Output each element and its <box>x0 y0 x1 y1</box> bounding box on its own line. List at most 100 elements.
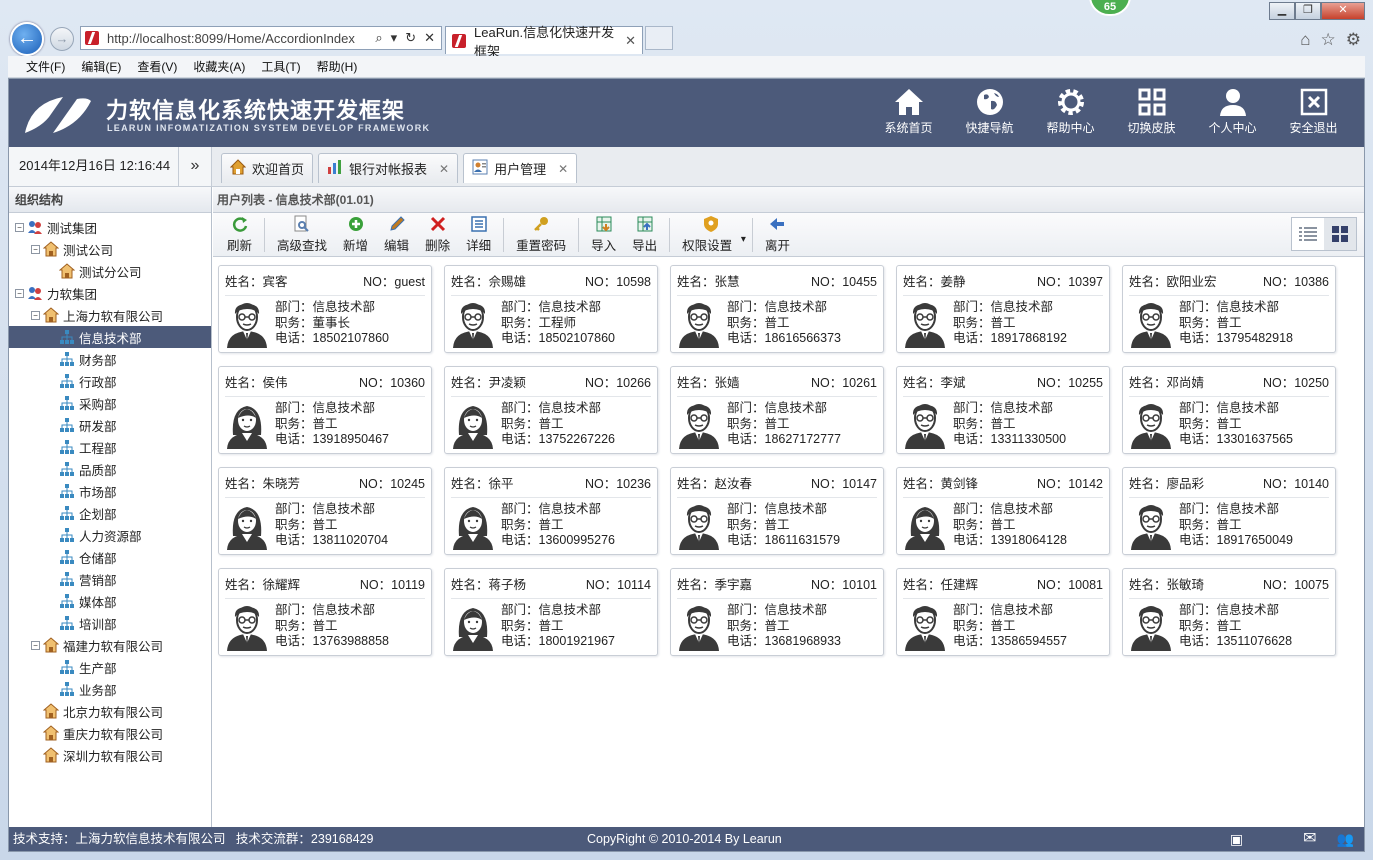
tree-node[interactable]: 品质部 <box>9 458 211 480</box>
refresh-icon[interactable]: ↻ <box>405 30 416 46</box>
users-icon[interactable]: 👥 <box>1337 827 1354 851</box>
delete-button[interactable]: 删除 <box>417 215 458 254</box>
tab-2[interactable]: 银行对帐报表 ✕ <box>318 153 459 183</box>
tree-node[interactable]: − 上海力软有限公司 <box>9 304 211 326</box>
export-button[interactable]: 导出 <box>624 215 665 254</box>
menu-item[interactable]: 工具(T) <box>261 58 300 75</box>
tree-node[interactable]: 企划部 <box>9 502 211 524</box>
back-button[interactable]: ← <box>10 22 44 56</box>
tab-1[interactable]: 欢迎首页 <box>221 153 314 183</box>
import-button[interactable]: 导入 <box>583 215 624 254</box>
tree-node[interactable]: 营销部 <box>9 568 211 590</box>
user-card[interactable]: 姓名：邓尚婧 NO：10250 部门：信息技术部 职务：普工 电话：1330163756… <box>1122 366 1336 454</box>
tree-node[interactable]: − 测试集团 <box>9 216 211 238</box>
tree-node[interactable]: 测试分公司 <box>9 260 211 282</box>
user-card[interactable]: 姓名：朱晓芳 NO：10245 部门：信息技术部 职务：普工 电话：1381102070… <box>218 467 432 555</box>
menu-item[interactable]: 查看(V) <box>137 58 177 75</box>
nav-globe[interactable]: 快捷导航 <box>949 85 1030 143</box>
user-card[interactable]: 姓名：季宇嘉 NO：10101 部门：信息技术部 职务：普工 电话：1368196893… <box>670 568 884 656</box>
user-card[interactable]: 姓名：张敏琦 NO：10075 部门：信息技术部 职务：普工 电话：1351107662… <box>1122 568 1336 656</box>
user-card[interactable]: 姓名：欧阳业宏 NO：10386 部门：信息技术部 职务：普工 电话：137954829… <box>1122 265 1336 353</box>
tree-node[interactable]: 北京力软有限公司 <box>9 700 211 722</box>
tree-node[interactable]: 生产部 <box>9 656 211 678</box>
user-card[interactable]: 姓名：赵汝春 NO：10147 部门：信息技术部 职务：普工 电话：1861163157… <box>670 467 884 555</box>
favorites-star-icon[interactable]: ☆ <box>1321 30 1336 50</box>
tree-node[interactable]: 媒体部 <box>9 590 211 612</box>
search-button[interactable]: 高级查找 <box>269 215 335 254</box>
user-card[interactable]: 姓名：张慧 NO：10455 部门：信息技术部 职务：普工 电话：18616566373 <box>670 265 884 353</box>
tree-node[interactable]: 采购部 <box>9 392 211 414</box>
user-card[interactable]: 姓名：李斌 NO：10255 部门：信息技术部 职务：普工 电话：13311330500 <box>896 366 1110 454</box>
tree-node[interactable]: 信息技术部 <box>9 326 211 348</box>
collapse-toggle-icon[interactable]: − <box>15 222 24 232</box>
close-icon[interactable]: ✕ <box>439 162 449 176</box>
user-card[interactable]: 姓名：尹凌颖 NO：10266 部门：信息技术部 职务：普工 电话：1375226722… <box>444 366 658 454</box>
maximize-button[interactable]: ❐ <box>1295 2 1321 20</box>
collapse-toggle-icon[interactable]: − <box>31 244 40 254</box>
edit-button[interactable]: 编辑 <box>376 215 417 254</box>
user-card[interactable]: 姓名：宾客 NO：guest 部门：信息技术部 职务：董事长 电话：1850210786… <box>218 265 432 353</box>
add-button[interactable]: 新增 <box>335 215 376 254</box>
menu-item[interactable]: 文件(F) <box>26 58 65 75</box>
tree-node[interactable]: 人力资源部 <box>9 524 211 546</box>
menu-item[interactable]: 编辑(E) <box>81 58 121 75</box>
user-card[interactable]: 姓名：徐耀辉 NO：10119 部门：信息技术部 职务：普工 电话：1376398885… <box>218 568 432 656</box>
user-card[interactable]: 姓名：佘赐雄 NO：10598 部门：信息技术部 职务：工程师 电话：185021078… <box>444 265 658 353</box>
minimize-button[interactable]: ▁ <box>1269 2 1295 20</box>
chevron-down-icon[interactable]: ▾ <box>738 234 746 245</box>
tree-node[interactable]: 财务部 <box>9 348 211 370</box>
settings-gear-icon[interactable]: ⚙ <box>1346 30 1361 50</box>
tree-node[interactable]: 培训部 <box>9 612 211 634</box>
nav-grid[interactable]: 切换皮肤 <box>1111 85 1192 143</box>
tree-node[interactable]: 仓储部 <box>9 546 211 568</box>
user-card[interactable]: 姓名：蒋子杨 NO：10114 部门：信息技术部 职务：普工 电话：1800192196… <box>444 568 658 656</box>
tree-node[interactable]: 业务部 <box>9 678 211 700</box>
tree-node[interactable]: 重庆力软有限公司 <box>9 722 211 744</box>
collapse-toggle-icon[interactable]: − <box>31 640 40 650</box>
close-icon[interactable]: ✕ <box>558 162 568 176</box>
nav-gear[interactable]: 帮助中心 <box>1030 85 1111 143</box>
home-icon[interactable]: ⌂ <box>1300 30 1310 50</box>
leave-button[interactable]: 离开 <box>757 215 798 254</box>
tab-3[interactable]: 用户管理 ✕ <box>463 153 578 183</box>
tree-node[interactable]: 行政部 <box>9 370 211 392</box>
tree-node[interactable]: 深圳力软有限公司 <box>9 744 211 766</box>
user-card[interactable]: 姓名：徐平 NO：10236 部门：信息技术部 职务：普工 电话：13600995276 <box>444 467 658 555</box>
stop-icon[interactable]: ✕ <box>424 30 435 46</box>
browser-tab[interactable]: LeaRun.信息化快速开发框架 ✕ <box>445 25 643 59</box>
search-icon[interactable]: ⌕ <box>375 30 382 46</box>
key-button[interactable]: 重置密码 <box>508 215 574 254</box>
detail-button[interactable]: 详细 <box>458 215 499 254</box>
mail-icon[interactable]: ✉ <box>1303 827 1316 851</box>
user-card[interactable]: 姓名：黄剑锋 NO：10142 部门：信息技术部 职务：普工 电话：1391806412… <box>896 467 1110 555</box>
user-card[interactable]: 姓名：张嫱 NO：10261 部门：信息技术部 职务：普工 电话：18627172777 <box>670 366 884 454</box>
collapse-toggle-icon[interactable]: − <box>15 288 24 298</box>
calendar-icon[interactable]: ▣ <box>1230 827 1243 851</box>
menu-item[interactable]: 收藏夹(A) <box>193 58 245 75</box>
collapse-sidebar-button[interactable]: » <box>179 147 212 186</box>
tree-node[interactable]: 研发部 <box>9 414 211 436</box>
nav-home[interactable]: 系统首页 <box>868 85 949 143</box>
forward-button[interactable]: → <box>50 27 74 51</box>
grid-view-icon[interactable] <box>1324 218 1356 250</box>
tree-node[interactable]: − 力软集团 <box>9 282 211 304</box>
tree-node[interactable]: − 福建力软有限公司 <box>9 634 211 656</box>
dropdown-icon[interactable]: ▾ <box>391 30 398 46</box>
close-tab-icon[interactable]: ✕ <box>625 33 636 49</box>
shield-button[interactable]: 权限设置 ▾ <box>674 215 748 254</box>
tree-node[interactable]: − 测试公司 <box>9 238 211 260</box>
user-card[interactable]: 姓名：任建辉 NO：10081 部门：信息技术部 职务：普工 电话：1358659455… <box>896 568 1110 656</box>
refresh-button[interactable]: 刷新 <box>219 215 260 254</box>
address-bar[interactable]: http://localhost:8099/Home/AccordionInde… <box>80 26 442 50</box>
user-card[interactable]: 姓名：侯伟 NO：10360 部门：信息技术部 职务：普工 电话：13918950467 <box>218 366 432 454</box>
tree-node[interactable]: 工程部 <box>9 436 211 458</box>
list-view-icon[interactable] <box>1292 218 1324 250</box>
window-close-button[interactable]: ✕ <box>1321 2 1365 20</box>
tree-node[interactable]: 市场部 <box>9 480 211 502</box>
nav-user[interactable]: 个人中心 <box>1192 85 1273 143</box>
user-card[interactable]: 姓名：廖品彩 NO：10140 部门：信息技术部 职务：普工 电话：1891765004… <box>1122 467 1336 555</box>
new-tab-button[interactable] <box>645 26 673 50</box>
nav-exit[interactable]: 安全退出 <box>1273 85 1354 143</box>
collapse-toggle-icon[interactable]: − <box>31 310 40 320</box>
menu-item[interactable]: 帮助(H) <box>317 58 358 75</box>
